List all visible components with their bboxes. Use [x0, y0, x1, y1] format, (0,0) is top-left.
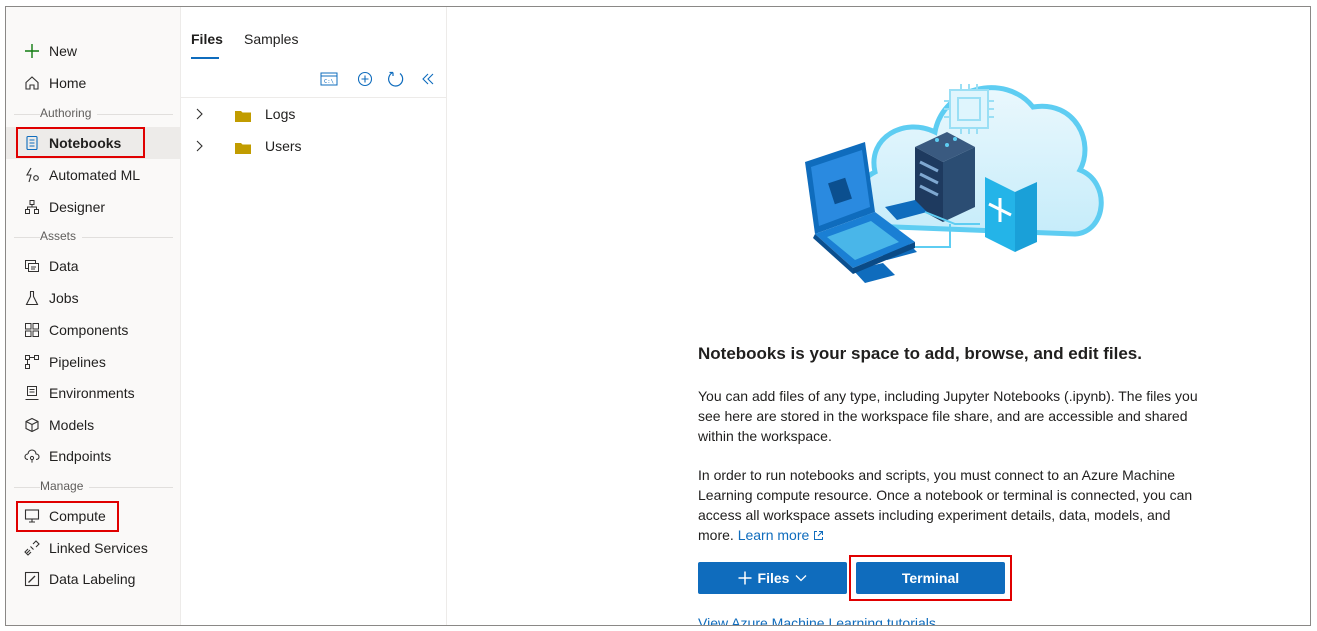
left-navigation: New Home Authoring Notebooks Automated M… — [6, 7, 181, 625]
files-button-label: Files — [757, 570, 790, 586]
section-authoring-label: Authoring — [40, 106, 98, 120]
nav-endpoints[interactable]: Endpoints — [6, 440, 181, 472]
add-file-icon[interactable] — [355, 69, 375, 89]
pipelines-icon — [24, 354, 40, 370]
nav-designer[interactable]: Designer — [6, 191, 181, 223]
nav-jobs-label: Jobs — [49, 290, 79, 306]
chevron-right-icon[interactable] — [194, 107, 206, 121]
external-link-icon — [814, 531, 824, 540]
tree-item-label: Logs — [265, 106, 296, 122]
chevron-down-icon — [795, 575, 807, 582]
monitor-icon — [24, 508, 40, 524]
nav-models[interactable]: Models — [6, 409, 181, 441]
description-compute: In order to run notebooks and scripts, y… — [698, 465, 1198, 545]
terminal-button[interactable]: Terminal — [856, 562, 1005, 594]
pane-divider — [181, 97, 447, 98]
nav-data-labeling-label: Data Labeling — [49, 571, 136, 587]
nav-data-label: Data — [49, 258, 79, 274]
section-authoring: Authoring — [6, 105, 181, 123]
plus-icon — [24, 43, 40, 59]
section-manage: Manage — [6, 478, 181, 496]
terminal-icon[interactable]: C:\ — [319, 69, 339, 89]
tutorials-link[interactable]: View Azure Machine Learning tutorials — [698, 614, 936, 625]
automated-ml-icon — [24, 167, 40, 183]
terminal-button-label: Terminal — [901, 570, 960, 586]
nav-home[interactable]: Home — [6, 67, 181, 99]
tree-item-logs[interactable]: Logs — [181, 99, 447, 129]
folder-icon — [235, 109, 251, 122]
tab-files[interactable]: Files — [191, 30, 223, 48]
nav-compute[interactable]: Compute — [6, 500, 181, 532]
nav-data[interactable]: Data — [6, 250, 181, 282]
nav-pipelines-label: Pipelines — [49, 354, 106, 370]
page-heading: Notebooks is your space to add, browse, … — [698, 344, 1142, 363]
nav-models-label: Models — [49, 417, 95, 433]
main-content: Notebooks is your space to add, browse, … — [447, 7, 1310, 625]
data-icon — [24, 258, 40, 274]
active-tab-indicator — [191, 57, 219, 59]
nav-components-label: Components — [49, 322, 129, 338]
files-button[interactable]: Files — [698, 562, 847, 594]
learn-more-label: Learn more — [737, 527, 810, 543]
app-frame: New Home Authoring Notebooks Automated M… — [5, 6, 1311, 626]
description-files: You can add files of any type, including… — [698, 388, 1198, 444]
nav-pipelines[interactable]: Pipelines — [6, 346, 181, 378]
cube-icon — [24, 417, 40, 433]
nav-data-labeling[interactable]: Data Labeling — [6, 563, 181, 595]
section-assets: Assets — [6, 228, 181, 246]
tree-item-label: Users — [265, 138, 302, 154]
nav-linked-services[interactable]: Linked Services — [6, 532, 181, 564]
nav-new-label: New — [49, 43, 78, 59]
nav-home-label: Home — [49, 75, 87, 91]
nav-new[interactable]: New — [6, 35, 181, 67]
section-assets-label: Assets — [40, 229, 83, 243]
nav-endpoints-label: Endpoints — [49, 448, 112, 464]
nav-jobs[interactable]: Jobs — [6, 282, 181, 314]
file-explorer-pane: Files Samples C:\ Logs Users — [181, 7, 447, 625]
nav-designer-label: Designer — [49, 199, 106, 215]
plus-icon — [738, 571, 752, 585]
nav-automated-ml-label: Automated ML — [49, 167, 141, 183]
nav-notebooks[interactable]: Notebooks — [6, 127, 181, 159]
tab-samples[interactable]: Samples — [244, 30, 298, 48]
cloud-laptop-illustration — [805, 84, 1104, 283]
learn-more-link[interactable]: Learn more — [738, 527, 824, 543]
chevron-right-icon[interactable] — [194, 139, 206, 153]
link-icon — [24, 540, 40, 556]
tree-item-users[interactable]: Users — [181, 131, 447, 161]
nav-notebooks-label: Notebooks — [49, 135, 122, 151]
nav-environments[interactable]: Environments — [6, 377, 181, 409]
nav-linked-services-label: Linked Services — [49, 540, 148, 556]
nav-compute-label: Compute — [49, 508, 106, 524]
folder-icon — [235, 141, 251, 154]
endpoints-icon — [24, 448, 40, 464]
labeling-icon — [24, 571, 40, 587]
components-icon — [24, 322, 40, 338]
refresh-icon[interactable] — [386, 69, 406, 89]
notebook-icon — [24, 135, 40, 151]
nav-automated-ml[interactable]: Automated ML — [6, 159, 181, 191]
section-manage-label: Manage — [40, 479, 90, 493]
flask-icon — [24, 290, 40, 306]
home-icon — [24, 75, 40, 91]
nav-components[interactable]: Components — [6, 314, 181, 346]
nav-environments-label: Environments — [49, 385, 135, 401]
svg-text:C:\: C:\ — [324, 79, 334, 85]
environments-icon — [24, 385, 40, 401]
designer-icon — [24, 199, 40, 215]
collapse-pane-icon[interactable] — [418, 69, 438, 89]
